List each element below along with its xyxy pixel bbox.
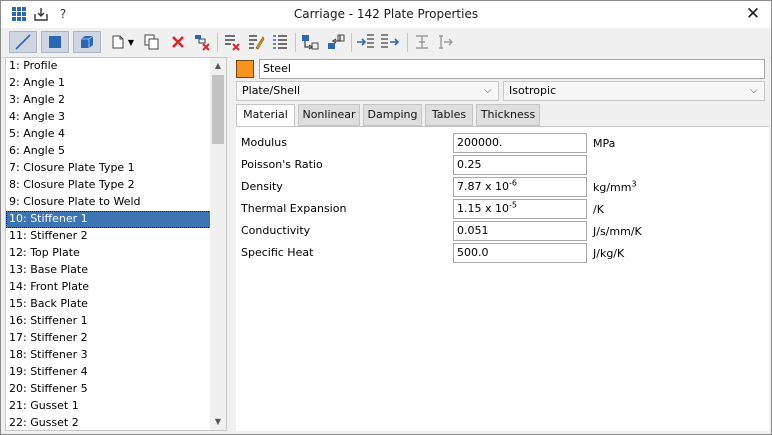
toolbar: ▼: [1, 28, 771, 58]
toolbar-separator: [217, 33, 218, 52]
thermal-expansion-input[interactable]: 1.15 x 10-5: [453, 199, 587, 219]
list-item[interactable]: 1: Profile: [6, 58, 211, 75]
element-type-value: Plate/Shell: [242, 84, 301, 97]
apply-icon[interactable]: [379, 31, 401, 53]
tab-tables[interactable]: Tables: [425, 104, 473, 126]
clear-list-icon[interactable]: [221, 31, 243, 53]
list-item[interactable]: 22: Gusset 2: [6, 415, 211, 430]
import-icon[interactable]: [299, 31, 321, 53]
specific-heat-input[interactable]: 500.0: [453, 243, 587, 263]
density-unit-exponent: 3: [631, 179, 637, 189]
toolbar-separator: [407, 33, 408, 52]
close-icon[interactable]: ✕: [743, 4, 763, 24]
density-value-base: 7.87 x 10: [457, 180, 509, 193]
material-model-value: Isotropic: [509, 84, 557, 97]
conductivity-label: Conductivity: [241, 224, 311, 237]
conductivity-input[interactable]: 0.051: [453, 221, 587, 241]
list-item[interactable]: 19: Stiffener 4: [6, 364, 211, 381]
window-title: Carriage - 142 Plate Properties: [293, 7, 479, 21]
poisson-label: Poisson's Ratio: [241, 158, 323, 171]
poisson-input[interactable]: 0.25: [453, 155, 587, 175]
copy-icon[interactable]: [141, 31, 163, 53]
thermal-expansion-value-exponent: -5: [509, 200, 517, 210]
plate-icon[interactable]: [41, 31, 69, 53]
properties-window: ? Carriage - 142 Plate Properties ✕ ▼ 1:…: [0, 0, 772, 435]
delete-icon[interactable]: [167, 31, 189, 53]
list-scrollbar[interactable]: ▲ ▼: [210, 58, 226, 430]
chevron-down-icon[interactable]: ▼: [125, 31, 137, 53]
remove-unused-icon[interactable]: [191, 31, 213, 53]
list-item[interactable]: 12: Top Plate: [6, 245, 211, 262]
scroll-down-icon[interactable]: ▼: [210, 414, 226, 430]
list-item[interactable]: 13: Base Plate: [6, 262, 211, 279]
set-icon[interactable]: [435, 31, 457, 53]
tab-nonlinear[interactable]: Nonlinear: [298, 104, 360, 126]
specific-heat-unit: J/kg/K: [593, 247, 625, 260]
list-item[interactable]: 10: Stiffener 1: [6, 211, 211, 228]
chevron-down-icon: ⌵: [750, 85, 758, 96]
element-type-select[interactable]: Plate/Shell ⌵: [236, 81, 499, 101]
thermal-expansion-label: Thermal Expansion: [241, 202, 347, 215]
density-input[interactable]: 7.87 x 10-6: [453, 177, 587, 197]
assign-icon[interactable]: [355, 31, 377, 53]
modulus-label: Modulus: [241, 136, 287, 149]
material-tab-panel: Modulus 200000. MPa Poisson's Ratio 0.25…: [236, 126, 769, 431]
list-item[interactable]: 3: Angle 2: [6, 92, 211, 109]
property-editor: Steel Plate/Shell ⌵ Isotropic ⌵ Material…: [231, 57, 769, 431]
list-item[interactable]: 2: Angle 1: [6, 75, 211, 92]
thermal-expansion-value-base: 1.15 x 10: [457, 202, 509, 215]
list-item[interactable]: 4: Angle 3: [6, 109, 211, 126]
line-icon[interactable]: [9, 31, 37, 53]
scroll-thumb[interactable]: [212, 75, 224, 144]
renumber-icon[interactable]: [269, 31, 291, 53]
list-item[interactable]: 17: Stiffener 2: [6, 330, 211, 347]
density-unit-base: kg/mm: [593, 181, 632, 194]
list-item[interactable]: 11: Stiffener 2: [6, 228, 211, 245]
tab-material[interactable]: Material: [236, 104, 295, 127]
chevron-down-icon: ⌵: [484, 85, 492, 96]
align-icon[interactable]: [411, 31, 433, 53]
density-value-exponent: -6: [509, 178, 517, 188]
list-item[interactable]: 6: Angle 5: [6, 143, 211, 160]
list-item[interactable]: 16: Stiffener 1: [6, 313, 211, 330]
export-icon[interactable]: [325, 31, 347, 53]
material-color-swatch[interactable]: [236, 60, 254, 78]
thermal-expansion-unit: /K: [593, 203, 604, 216]
list-item[interactable]: 21: Gusset 1: [6, 398, 211, 415]
title-bar: ? Carriage - 142 Plate Properties ✕: [1, 1, 771, 28]
list-item[interactable]: 5: Angle 4: [6, 126, 211, 143]
density-label: Density: [241, 180, 283, 193]
toolbar-separator: [295, 33, 296, 52]
brick-icon[interactable]: [73, 31, 101, 53]
modulus-input[interactable]: 200000.: [453, 133, 587, 153]
edit-icon[interactable]: [245, 31, 267, 53]
density-unit: kg/mm3: [593, 178, 637, 198]
scroll-up-icon[interactable]: ▲: [210, 58, 226, 74]
list-item[interactable]: 7: Closure Plate Type 1: [6, 160, 211, 177]
specific-heat-label: Specific Heat: [241, 246, 314, 259]
list-item[interactable]: 18: Stiffener 3: [6, 347, 211, 364]
tab-damping[interactable]: Damping: [363, 104, 422, 126]
list-item[interactable]: 14: Front Plate: [6, 279, 211, 296]
tab-thickness[interactable]: Thickness: [476, 104, 540, 126]
property-name-input[interactable]: Steel: [259, 59, 765, 79]
material-model-select[interactable]: Isotropic ⌵: [503, 81, 765, 101]
conductivity-unit: J/s/mm/K: [593, 225, 642, 238]
modulus-unit: MPa: [593, 137, 616, 150]
list-item[interactable]: 9: Closure Plate to Weld: [6, 194, 211, 211]
toolbar-separator: [351, 33, 352, 52]
property-list[interactable]: 1: Profile 2: Angle 1 3: Angle 2 4: Angle 3…: [5, 57, 227, 431]
list-item[interactable]: 20: Stiffener 5: [6, 381, 211, 398]
list-item[interactable]: 8: Closure Plate Type 2: [6, 177, 211, 194]
list-item[interactable]: 15: Back Plate: [6, 296, 211, 313]
